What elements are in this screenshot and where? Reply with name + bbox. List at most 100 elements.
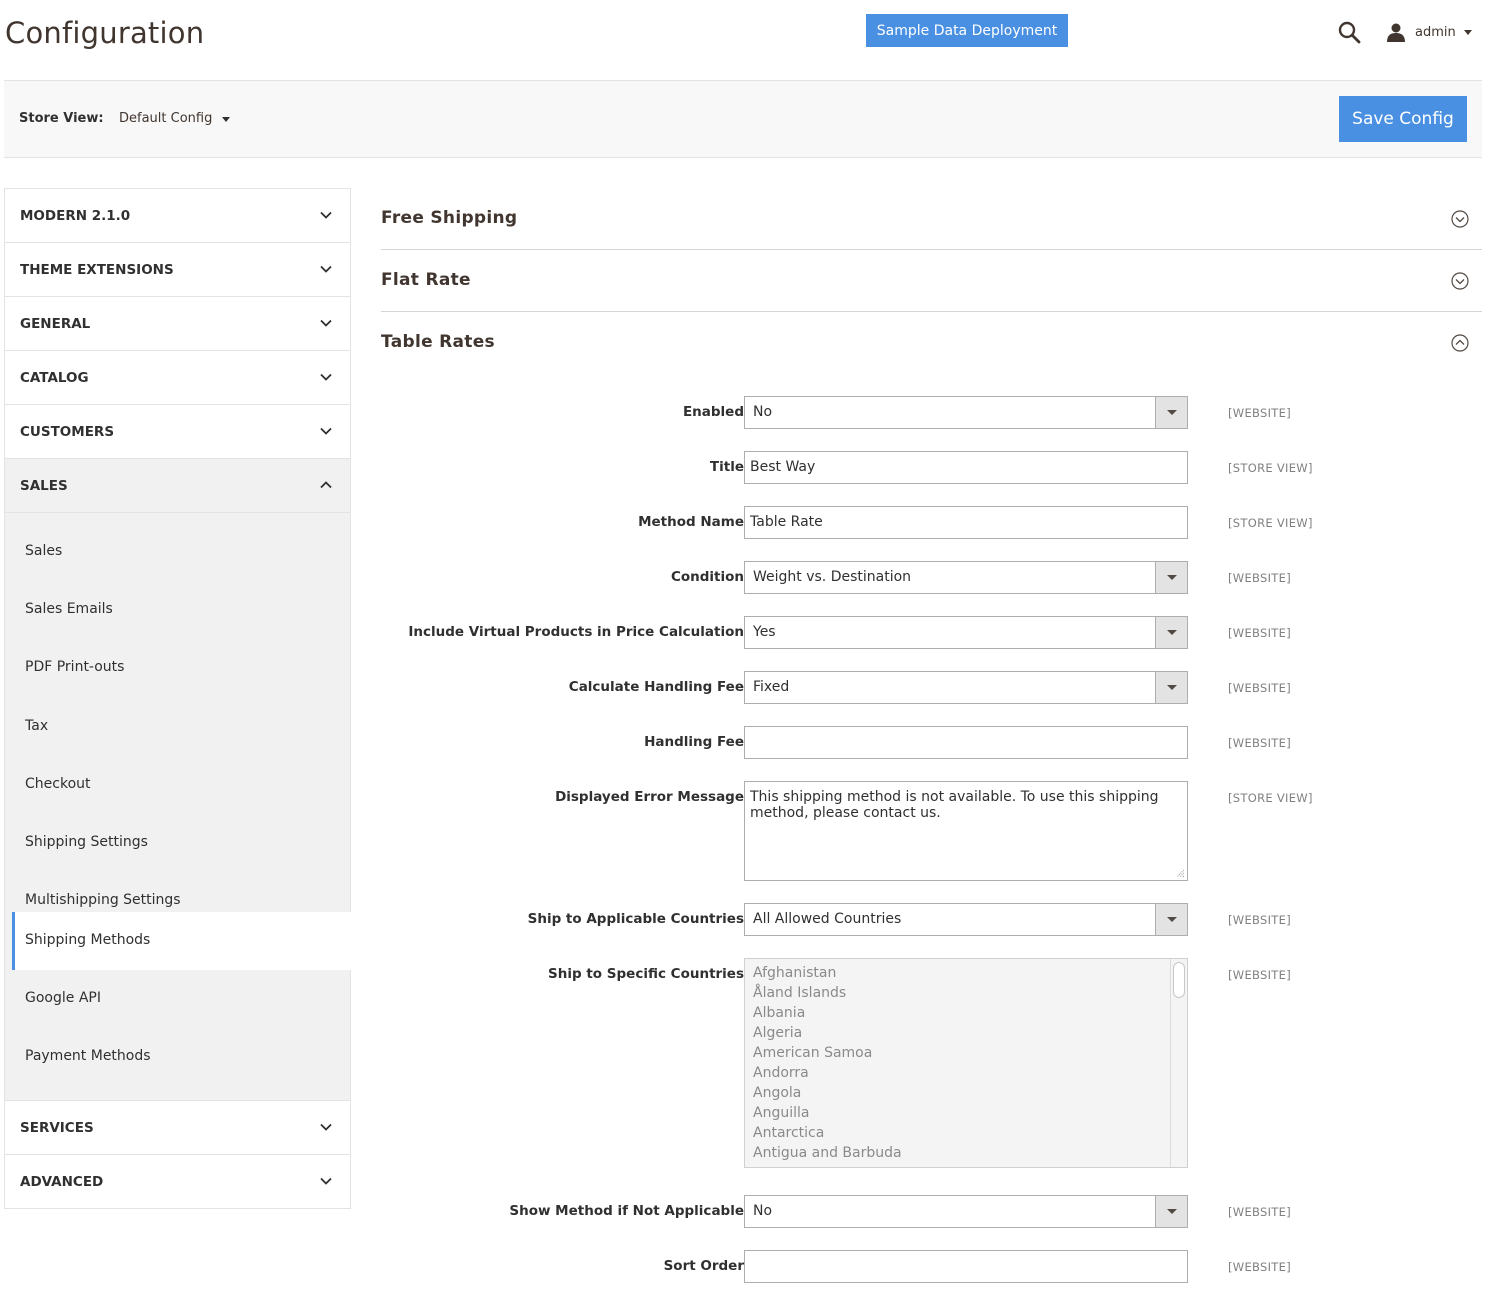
sidebar-item-shipping-methods[interactable]: Shipping Methods (12, 912, 351, 970)
sidebar-item-tax[interactable]: Tax (5, 688, 350, 746)
sidebar-item-google-api[interactable]: Google API (5, 970, 350, 1028)
country-option[interactable]: American Samoa (753, 1045, 872, 1061)
method-name-input[interactable]: Table Rate (744, 506, 1188, 539)
country-option[interactable]: Afghanistan (753, 965, 836, 981)
admin-user-menu[interactable]: admin (1386, 20, 1472, 44)
country-option[interactable]: Andorra (753, 1065, 809, 1081)
show-method-label: Show Method if Not Applicable (509, 1203, 744, 1219)
section-flat-rate[interactable]: Flat Rate (381, 250, 1482, 312)
store-view-switcher[interactable]: Default Config (119, 111, 231, 126)
show-method-scope: [WEBSITE] (1228, 1205, 1291, 1219)
title-input[interactable]: Best Way (744, 451, 1188, 484)
error-message-label: Displayed Error Message (555, 789, 744, 805)
enabled-label: Enabled (682, 404, 744, 420)
sidebar-item-sales[interactable]: Sales (5, 513, 350, 571)
include-virtual-select[interactable]: Yes (744, 616, 1188, 649)
sidebar-item-label: Sales Emails (25, 601, 113, 617)
select-arrow-icon (1155, 397, 1187, 428)
error-message-textarea[interactable]: This shipping method is not available. T… (744, 781, 1188, 881)
handling-fee-input[interactable] (744, 726, 1188, 759)
sample-data-deployment-button[interactable]: Sample Data Deployment (866, 14, 1068, 47)
applicable-countries-value: All Allowed Countries (753, 911, 902, 927)
section-title: Table Rates (381, 332, 495, 352)
select-arrow-icon (1155, 1196, 1187, 1227)
show-method-value: No (753, 1203, 773, 1219)
sidebar-item-multishipping-settings[interactable]: Multishipping Settings (5, 862, 350, 912)
sidebar-item-label: Shipping Methods (25, 932, 151, 948)
applicable-countries-scope: [WEBSITE] (1228, 913, 1291, 927)
country-option[interactable]: Antigua and Barbuda (753, 1145, 902, 1161)
sidebar-group-advanced[interactable]: ADVANCED (4, 1155, 351, 1209)
applicable-countries-label: Ship to Applicable Countries (527, 911, 744, 927)
section-table-rates[interactable]: Table Rates (381, 312, 1482, 374)
resize-handle-icon[interactable] (1175, 868, 1185, 878)
select-arrow-icon (1155, 904, 1187, 935)
handling-type-label: Calculate Handling Fee (568, 679, 744, 695)
method-name-label: Method Name (638, 514, 744, 530)
sidebar-group-sales[interactable]: SALES (4, 459, 351, 513)
sidebar-item-label: Sales (25, 543, 63, 559)
store-view-bar: Store View: Default Config Save Config (4, 80, 1482, 158)
sidebar-group-theme-extensions[interactable]: THEME EXTENSIONS (4, 243, 351, 297)
section-free-shipping[interactable]: Free Shipping (381, 188, 1482, 250)
specific-countries-label: Ship to Specific Countries (548, 966, 744, 982)
sidebar-group-modern[interactable]: MODERN 2.1.0 (4, 188, 351, 243)
sales-submenu: Sales Sales Emails PDF Print-outs Tax Ch… (4, 513, 351, 1101)
specific-countries-multiselect[interactable]: Afghanistan Åland Islands Albania Algeri… (744, 958, 1188, 1168)
error-message-value: This shipping method is not available. T… (750, 789, 1159, 821)
sidebar-group-label: SERVICES (20, 1120, 94, 1136)
section-title: Flat Rate (381, 270, 471, 290)
country-option[interactable]: Anguilla (753, 1105, 809, 1121)
search-icon[interactable] (1337, 20, 1361, 44)
sidebar-item-payment-methods[interactable]: Payment Methods (5, 1028, 350, 1100)
collapse-circle-icon (1451, 334, 1469, 352)
sidebar-group-catalog[interactable]: CATALOG (4, 351, 351, 405)
country-option[interactable]: Antarctica (753, 1125, 824, 1141)
method-name-scope: [STORE VIEW] (1228, 516, 1313, 530)
sidebar-item-label: Shipping Settings (25, 834, 148, 850)
sidebar-group-label: THEME EXTENSIONS (20, 262, 174, 278)
scrollbar[interactable] (1170, 959, 1187, 1167)
condition-select[interactable]: Weight vs. Destination (744, 561, 1188, 594)
sidebar-item-checkout[interactable]: Checkout (5, 746, 350, 804)
chevron-down-icon (1463, 29, 1472, 35)
country-option[interactable]: Åland Islands (753, 985, 846, 1001)
show-method-select[interactable]: No (744, 1195, 1188, 1228)
sidebar-item-label: Multishipping Settings (25, 892, 181, 908)
sidebar-group-label: CATALOG (20, 370, 89, 386)
sidebar-group-customers[interactable]: CUSTOMERS (4, 405, 351, 459)
chevron-down-icon (320, 427, 332, 435)
handling-type-select[interactable]: Fixed (744, 671, 1188, 704)
sidebar-group-label: GENERAL (20, 316, 91, 332)
store-view-value: Default Config (119, 111, 213, 126)
select-arrow-icon (1155, 562, 1187, 593)
sidebar-item-shipping-settings[interactable]: Shipping Settings (5, 804, 350, 862)
enabled-select[interactable]: No (744, 396, 1188, 429)
sort-order-input[interactable] (744, 1250, 1188, 1283)
expand-circle-icon (1451, 272, 1469, 290)
error-message-scope: [STORE VIEW] (1228, 791, 1313, 805)
caret-down-icon (222, 117, 231, 122)
sidebar-item-label: Payment Methods (25, 1048, 151, 1064)
specific-countries-scope: [WEBSITE] (1228, 968, 1291, 982)
sidebar-group-label: SALES (20, 478, 68, 494)
country-option[interactable]: Angola (753, 1085, 801, 1101)
sidebar-group-label: CUSTOMERS (20, 424, 115, 440)
sidebar-group-services[interactable]: SERVICES (4, 1101, 351, 1155)
applicable-countries-select[interactable]: All Allowed Countries (744, 903, 1188, 936)
config-main: Free Shipping Flat Rate Table Rates (381, 188, 1482, 374)
country-option[interactable]: Algeria (753, 1025, 802, 1041)
condition-scope: [WEBSITE] (1228, 571, 1291, 585)
handling-fee-label: Handling Fee (644, 734, 744, 750)
enabled-value: No (753, 404, 773, 420)
sidebar-item-sales-emails[interactable]: Sales Emails (5, 571, 350, 629)
title-scope: [STORE VIEW] (1228, 461, 1313, 475)
sort-order-scope: [WEBSITE] (1228, 1260, 1291, 1274)
country-option[interactable]: Albania (753, 1005, 805, 1021)
sidebar-group-general[interactable]: GENERAL (4, 297, 351, 351)
sidebar-item-label: Google API (25, 990, 101, 1006)
sidebar-item-pdf-printouts[interactable]: PDF Print-outs (5, 629, 350, 688)
chevron-down-icon (320, 1177, 332, 1185)
scrollbar-thumb[interactable] (1173, 962, 1185, 998)
save-config-button[interactable]: Save Config (1339, 96, 1467, 142)
